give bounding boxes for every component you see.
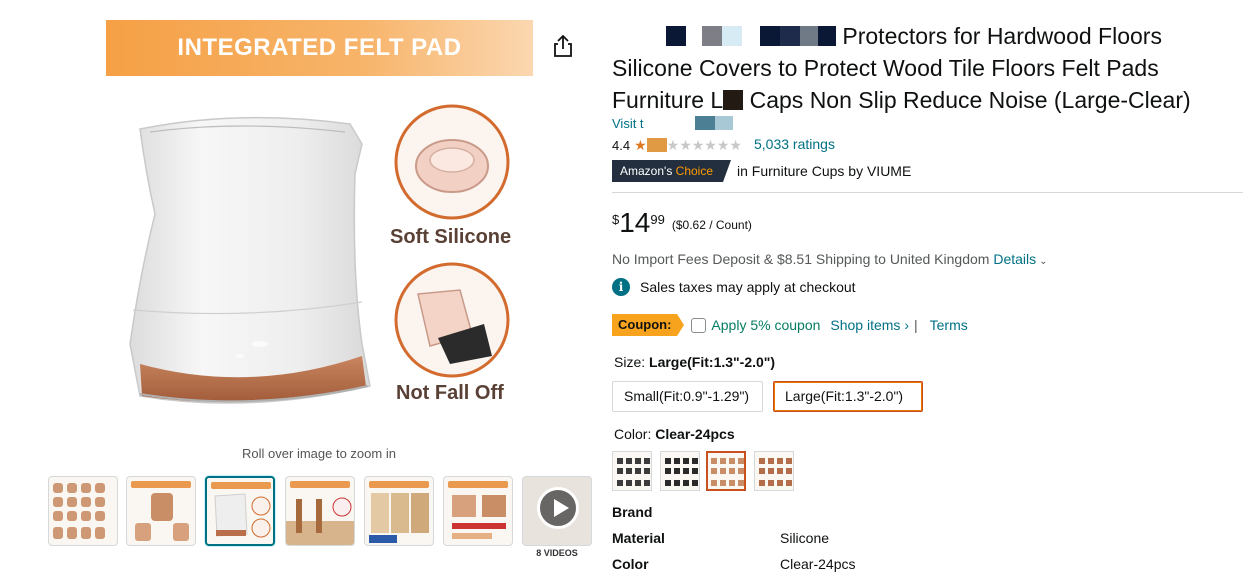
choice-category: in Furniture Cups by VIUME (737, 163, 912, 179)
thumbnail-6[interactable] (443, 476, 513, 546)
thumbnail-strip: 8 VIDEOS (48, 474, 594, 564)
amazons-choice-row: Amazon's Choice in Furniture Cups by VIU… (612, 160, 911, 182)
product-details: Protectors for Hardwood Floors Silicone … (612, 0, 1246, 578)
visit-store-text: Visit t (612, 116, 644, 131)
visit-store-link[interactable]: Visit t (612, 116, 734, 131)
tax-notice: i Sales taxes may apply at checkout (612, 278, 856, 296)
color-swatch-4[interactable] (754, 451, 794, 491)
color-swatch-1[interactable] (612, 451, 652, 491)
color-swatch-3[interactable] (706, 451, 746, 491)
rating-row[interactable]: 4.4 ★ ★★★★★★ (612, 136, 742, 154)
thumbnail-2[interactable] (126, 476, 196, 546)
title-line2-mid: Covers (698, 55, 772, 81)
redacted-block (780, 26, 800, 46)
redacted-block (647, 116, 695, 130)
rating-value: 4.4 (612, 137, 631, 153)
main-product-image[interactable]: INTEGRATED FELT PAD Soft Silicone Not Fa… (100, 14, 540, 434)
title-line3-start: Furniture L (612, 87, 724, 113)
redacted-block (612, 26, 666, 46)
play-icon (537, 487, 579, 529)
coupon-badge: Coupon: (612, 314, 685, 336)
redacted-block (800, 26, 818, 46)
spec-key: Color (612, 556, 649, 572)
info-icon: i (612, 278, 630, 296)
color-label: Color: Clear-24pcs (614, 426, 735, 442)
size-label-prefix: Size: (614, 354, 646, 370)
redacted-block (686, 26, 702, 46)
chevron-down-icon[interactable]: ⌄ (1039, 256, 1047, 267)
title-line2-start: Silicone (612, 55, 693, 81)
thumbnail-1-image (53, 483, 105, 539)
choice-badge-suffix: Choice (675, 164, 714, 178)
thumbnail-5-image (369, 493, 429, 543)
unit-price: ($0.62 / Count) (671, 218, 752, 232)
redacted-block (715, 116, 734, 130)
size-label: Size: Large(Fit:1.3"-2.0") (614, 354, 775, 370)
coupon-row: Coupon: Apply 5% coupon Shop items › | T… (612, 313, 968, 337)
size-option-large[interactable]: Large(Fit:1.3"-2.0") (773, 381, 923, 412)
choice-badge-prefix: Amazon's (620, 164, 673, 178)
shipping-info: No Import Fees Deposit & $8.51 Shipping … (612, 251, 1048, 267)
spec-row-brand: Brand (612, 504, 1012, 524)
ratings-count-link[interactable]: 5,033 ratings (754, 136, 835, 152)
spec-value: Clear-24pcs (780, 556, 856, 572)
title-line3-end: Caps Non Slip Reduce Noise (Large-Clear) (749, 87, 1191, 113)
shipping-details-link[interactable]: Details (993, 251, 1036, 267)
swatch-4-image (759, 458, 792, 486)
tax-notice-text: Sales taxes may apply at checkout (640, 279, 856, 295)
price: $ 14 99 ($0.62 / Count) (612, 208, 752, 238)
divider (612, 192, 1243, 193)
spec-key: Material (612, 530, 665, 546)
title-line2-end: to Protect Wood Tile Floors Felt Pads (778, 55, 1159, 81)
swatch-1-image (617, 458, 650, 486)
apply-coupon-label[interactable]: Apply 5% coupon (711, 317, 820, 333)
swatch-2-image (665, 458, 698, 486)
thumbnail-4-image (286, 497, 354, 545)
thumbnail-3[interactable] (205, 476, 275, 546)
redacted-block (695, 116, 716, 130)
shipping-text: No Import Fees Deposit & $8.51 Shipping … (612, 251, 990, 267)
redacted-block (722, 26, 742, 46)
color-label-prefix: Color: (614, 426, 652, 442)
callout-not-fall-off: Not Fall Off (396, 382, 504, 404)
price-whole: 14 (619, 207, 651, 238)
spec-row-color: Color Clear-24pcs (612, 556, 1012, 576)
redacted-block (702, 26, 722, 46)
amazons-choice-badge[interactable]: Amazon's Choice (612, 160, 732, 182)
shop-items-link[interactable]: Shop items › (830, 317, 909, 333)
thumbnail-3-image (214, 493, 271, 538)
video-thumbnail[interactable] (522, 476, 592, 546)
callout-soft-silicone: Soft Silicone (390, 226, 512, 248)
redacted-block (742, 26, 760, 46)
size-selected-value: Large(Fit:1.3"-2.0") (649, 354, 776, 370)
spec-key: Brand (612, 504, 653, 520)
color-selected-value: Clear-24pcs (655, 426, 735, 442)
product-title: Protectors for Hardwood Floors Silicone … (612, 20, 1242, 116)
price-fraction: 99 (650, 212, 665, 227)
redacted-block (723, 90, 744, 110)
spec-value: Silicone (780, 530, 830, 546)
spec-row-material: Material Silicone (612, 530, 1012, 550)
color-swatch-2[interactable] (660, 451, 700, 491)
coupon-checkbox[interactable] (691, 317, 707, 333)
thumbnail-1[interactable] (48, 476, 118, 546)
link-separator: | (913, 317, 918, 333)
thumbnail-2-image (135, 493, 189, 541)
star-rating-icon: ★ ★★★★★★ (634, 136, 742, 153)
videos-count: 8 VIDEOS (536, 548, 578, 558)
share-icon[interactable] (553, 35, 573, 57)
price-symbol: $ (612, 212, 620, 227)
redacted-block (760, 26, 780, 46)
title-line1-text: Protectors for Hardwood Floors (842, 23, 1162, 49)
image-banner-text: INTEGRATED FELT PAD (106, 20, 533, 76)
redacted-block (666, 26, 686, 46)
coupon-terms-link[interactable]: Terms (930, 317, 968, 333)
thumbnail-5[interactable] (364, 476, 434, 546)
zoom-hint: Roll over image to zoom in (242, 446, 396, 461)
thumbnail-6-image (452, 495, 506, 539)
redacted-block (818, 26, 836, 46)
thumbnail-4[interactable] (285, 476, 355, 546)
swatch-3-image (711, 458, 744, 486)
size-option-small[interactable]: Small(Fit:0.9"-1.29") (612, 381, 763, 412)
